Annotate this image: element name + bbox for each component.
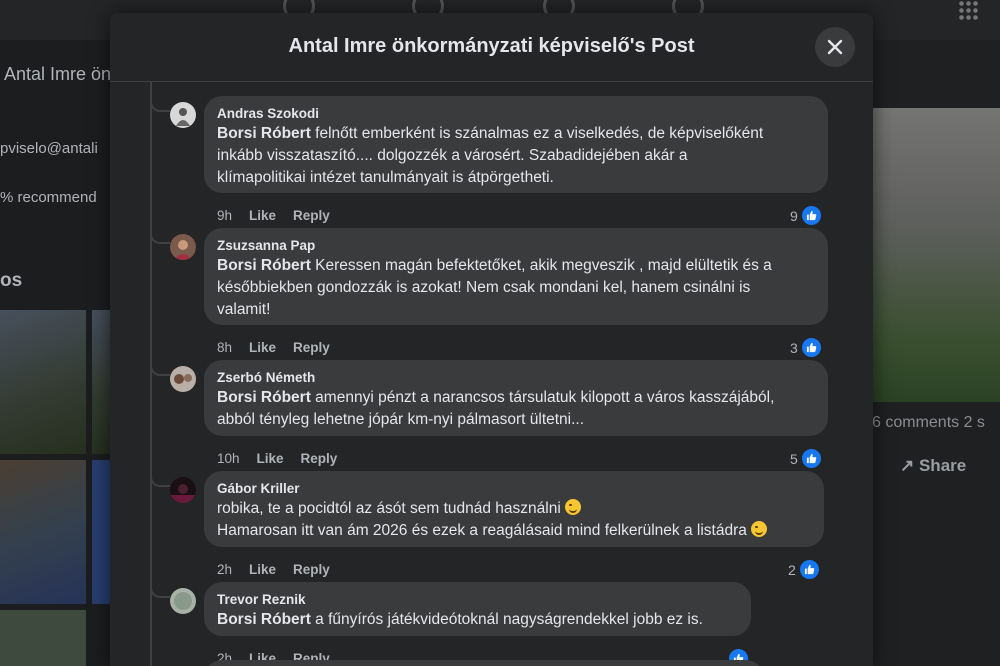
thread-line: [150, 82, 152, 666]
comment-time[interactable]: 9h: [217, 208, 232, 223]
reaction-count[interactable]: 9: [790, 204, 823, 227]
comment-time[interactable]: 2h: [217, 562, 232, 577]
reaction-count[interactable]: 5: [790, 447, 823, 470]
avatar[interactable]: [170, 234, 196, 260]
photo-thumbnail[interactable]: [92, 460, 110, 604]
comments-count[interactable]: 6 comments 2 s: [872, 414, 985, 432]
like-button[interactable]: Like: [249, 562, 276, 577]
avatar[interactable]: [170, 588, 196, 614]
avatar[interactable]: [170, 477, 196, 503]
photo-thumbnail[interactable]: [0, 610, 86, 666]
comment-line: inkább visszataszító.... dolgozzék a vár…: [217, 147, 688, 164]
photo-thumbnail[interactable]: [92, 310, 110, 454]
avatar[interactable]: [170, 366, 196, 392]
comment-bubble: Gábor Kriller robika, te a pocidtól az á…: [204, 471, 824, 547]
reaction-number: 3: [790, 339, 798, 356]
comment-author[interactable]: Trevor Reznik: [217, 591, 738, 608]
comment-actions: 9h Like Reply: [217, 208, 347, 223]
menu-grid-icon[interactable]: [958, 0, 978, 20]
comment-bubble: Trevor Reznik Borsi Róbert a fűnyírós já…: [204, 582, 751, 636]
comment-line: amennyi pénzt a narancsos társulatuk kil…: [310, 389, 775, 406]
mention-link[interactable]: Borsi Róbert: [217, 125, 311, 142]
modal-title: Antal Imre önkormányzati képviselő's Pos…: [288, 35, 695, 57]
reply-button[interactable]: Reply: [301, 451, 338, 466]
comment-line: abból tényleg lehetne jópár km-nyi pálma…: [217, 411, 585, 428]
comment-text: Borsi Róbert Keressen magán befektetőket…: [217, 255, 815, 321]
reply-connector: [150, 96, 170, 112]
avatar[interactable]: [170, 102, 196, 128]
page-recommend: % recommend: [0, 189, 97, 206]
reply-connector: [150, 582, 170, 598]
like-button[interactable]: Like: [249, 208, 276, 223]
comment-actions: 8h Like Reply: [217, 340, 347, 355]
mention-link[interactable]: Borsi Róbert: [217, 257, 311, 274]
reaction-count[interactable]: 2: [788, 558, 821, 581]
close-button[interactable]: [815, 27, 855, 67]
page-name: Antal Imre ön: [4, 64, 112, 84]
wink-emoji-icon: [751, 521, 768, 537]
share-button[interactable]: ↗ Share: [900, 456, 966, 476]
photo-thumbnail[interactable]: [0, 310, 86, 454]
reply-connector: [150, 228, 170, 244]
comment-actions: 10h Like Reply: [217, 451, 354, 466]
comment-line: robika, te a pocidtól az ásót sem tudnád…: [217, 500, 561, 517]
page-email: pviselo@antali: [0, 140, 98, 157]
comment-author[interactable]: Zsuzsanna Pap: [217, 237, 815, 254]
like-reaction-icon: [797, 558, 821, 581]
like-reaction-icon: [799, 336, 823, 359]
like-button[interactable]: Like: [249, 340, 276, 355]
comment-time[interactable]: 10h: [217, 451, 240, 466]
comment-line: a fűnyírós játékvideótoknál nagyságrende…: [310, 611, 703, 628]
comment-line: valamit!: [217, 301, 271, 318]
close-icon: [827, 39, 843, 55]
comment-bubble: Zserbó Németh Borsi Róbert amennyi pénzt…: [204, 360, 828, 436]
reply-button[interactable]: Reply: [293, 340, 330, 355]
comment-text: Borsi Róbert a fűnyírós játékvideótoknál…: [217, 609, 738, 631]
comment-line: felnőtt emberként is szánalmas ez a vise…: [310, 125, 764, 142]
comment-author[interactable]: Zserbó Németh: [217, 369, 815, 386]
like-reaction-icon: [799, 204, 823, 227]
comment-line: Keressen magán befektetőket, akik megves…: [310, 257, 772, 274]
comment-author[interactable]: Andras Szokodi: [217, 105, 815, 122]
comment-bubble: [204, 660, 764, 666]
like-reaction-icon: [799, 447, 823, 470]
comment-text: robika, te a pocidtól az ásót sem tudnád…: [217, 498, 811, 542]
comment-line: klímapolitikai intézet tanulmányait is á…: [217, 169, 554, 186]
photos-heading: os: [0, 270, 23, 291]
reply-button[interactable]: Reply: [293, 208, 330, 223]
reaction-number: 9: [790, 207, 798, 224]
reaction-count[interactable]: 3: [790, 336, 823, 359]
comment-actions: 2h Like Reply: [217, 562, 347, 577]
comment-text: Borsi Róbert amennyi pénzt a narancsos t…: [217, 387, 815, 431]
comment-time[interactable]: 8h: [217, 340, 232, 355]
comment-text: Borsi Róbert felnőtt emberként is szánal…: [217, 123, 815, 189]
mention-link[interactable]: Borsi Róbert: [217, 389, 311, 406]
like-button[interactable]: Like: [257, 451, 284, 466]
modal-header: Antal Imre önkormányzati képviselő's Pos…: [110, 13, 873, 82]
reaction-number: 5: [790, 450, 798, 467]
photo-thumbnail[interactable]: [0, 460, 86, 604]
comment-bubble: Andras Szokodi Borsi Róbert felnőtt embe…: [204, 96, 828, 193]
reaction-number: 2: [788, 561, 796, 578]
reply-button[interactable]: Reply: [293, 562, 330, 577]
reply-connector: [150, 360, 170, 376]
mention-link[interactable]: Borsi Róbert: [217, 611, 311, 628]
post-photo[interactable]: [872, 108, 1000, 402]
post-modal: Antal Imre önkormányzati képviselő's Pos…: [110, 13, 873, 666]
wink-emoji-icon: [565, 499, 582, 515]
comment-bubble: Zsuzsanna Pap Borsi Róbert Keressen magá…: [204, 228, 828, 325]
reply-connector: [150, 471, 170, 487]
comment-author[interactable]: Gábor Kriller: [217, 480, 811, 497]
comment-line: Hamarosan itt van ám 2026 és ezek a reag…: [217, 522, 747, 539]
comment-line: későbbiekben gondozzák is azokat! Nem cs…: [217, 279, 751, 296]
share-label: Share: [918, 456, 967, 475]
